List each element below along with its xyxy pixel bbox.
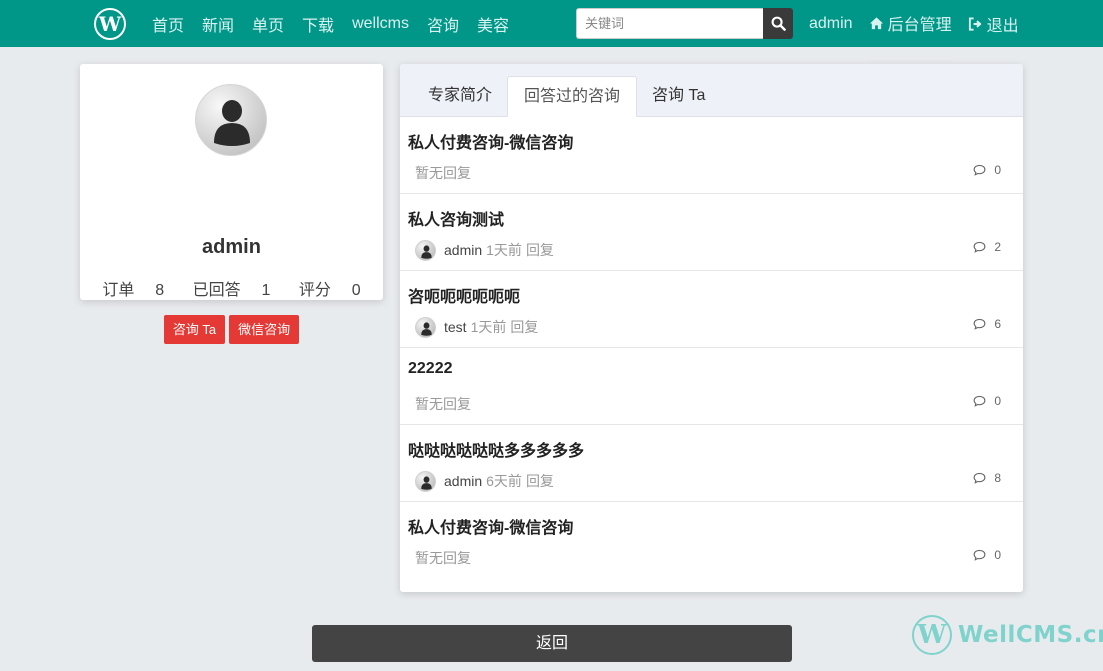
profile-card: admin 订单 8 已回答 1 评分 0 咨询 Ta 微信咨询 (80, 64, 383, 344)
search-button[interactable] (763, 8, 793, 39)
no-reply-text: 暂无回复 (415, 165, 471, 181)
item-title[interactable]: 私人付费咨询-微信咨询 (408, 514, 573, 538)
avatar (195, 84, 267, 156)
user-avatar-icon (421, 475, 432, 490)
watermark-text: WellCMS.cn (958, 622, 1103, 648)
reply-count: 2 (973, 240, 1001, 254)
reply-user[interactable]: admin (444, 242, 482, 258)
nav-link-beauty[interactable]: 美容 (477, 12, 509, 36)
nav-link-home[interactable]: 首页 (152, 12, 184, 36)
reply-user[interactable]: admin (444, 473, 482, 489)
user-avatar-icon (214, 100, 250, 146)
site-logo[interactable]: W (94, 8, 126, 40)
item-meta: 暂无回复 (415, 162, 471, 184)
comment-icon (973, 241, 986, 253)
admin-link[interactable]: 后台管理 (868, 0, 952, 62)
profile-stats: 订单 8 已回答 1 评分 0 (80, 276, 383, 300)
item-meta: 暂无回复 (415, 547, 471, 569)
tab-bar: 专家简介 回答过的咨询 咨询 Ta (400, 64, 1023, 117)
reply-time: 6天前 (486, 473, 522, 489)
reply-label: 回复 (510, 319, 539, 335)
nav-link-wellcms[interactable]: wellcms (352, 15, 409, 33)
profile-name: admin (202, 236, 261, 258)
list-item[interactable]: 私人付费咨询-微信咨询 暂无回复 0 (400, 502, 1023, 579)
reply-count: 6 (973, 317, 1001, 331)
list-item[interactable]: 私人付费咨询-微信咨询 暂无回复 0 (400, 117, 1023, 194)
reply-time: 1天前 (486, 242, 522, 258)
logout-link[interactable]: 退出 (968, 0, 1019, 62)
list-item[interactable]: 私人咨询测试 admin 1天前 回复 2 (400, 194, 1023, 271)
search-bar (576, 8, 793, 39)
comment-icon (973, 164, 986, 176)
comment-icon (973, 472, 986, 484)
item-meta: admin 6天前 回复 (415, 470, 554, 492)
list-item[interactable]: 哒哒哒哒哒哒多多多多多 admin 6天前 回复 8 (400, 425, 1023, 502)
nav-link-page[interactable]: 单页 (252, 12, 284, 36)
stat-orders: 订单 8 (102, 282, 165, 299)
item-meta: admin 1天前 回复 (415, 239, 554, 261)
tab-consult-ta[interactable]: 咨询 Ta (636, 76, 721, 117)
user-avatar-icon (421, 321, 432, 336)
stat-rating: 评分 0 (298, 282, 361, 299)
tab-answered-consults[interactable]: 回答过的咨询 (507, 76, 638, 117)
nav-link-consult[interactable]: 咨询 (427, 12, 459, 36)
reply-count: 0 (973, 394, 1001, 408)
comment-icon (973, 318, 986, 330)
logout-label: 退出 (986, 17, 1019, 35)
logout-icon (968, 16, 981, 31)
profile-actions: 咨询 Ta 微信咨询 (80, 315, 383, 344)
item-meta: test 1天前 回复 (415, 316, 538, 338)
avatar (415, 470, 436, 492)
comment-icon (973, 549, 986, 561)
top-navbar: W 首页 新闻 单页 下载 wellcms 咨询 美容 admin 后台管理 (0, 0, 1103, 62)
no-reply-text: 暂无回复 (415, 550, 471, 566)
user-avatar-icon (421, 244, 432, 259)
reply-count: 0 (973, 163, 1001, 177)
reply-user[interactable]: test (444, 319, 467, 335)
reply-label: 回复 (525, 473, 554, 489)
avatar (415, 239, 436, 261)
admin-link-label: 后台管理 (887, 17, 952, 34)
item-title[interactable]: 咨呃呃呃呃呃呃 (408, 283, 520, 307)
reply-time: 1天前 (470, 319, 507, 335)
item-title[interactable]: 私人咨询测试 (408, 206, 504, 230)
reply-label: 回复 (525, 242, 554, 258)
consult-button[interactable]: 咨询 Ta (163, 315, 226, 344)
consult-panel: 专家简介 回答过的咨询 咨询 Ta 私人付费咨询-微信咨询 暂无回复 0 私人咨… (400, 64, 1023, 592)
item-title[interactable]: 私人付费咨询-微信咨询 (408, 129, 573, 153)
item-title[interactable]: 22222 (408, 360, 453, 378)
watermark: W WellCMS.cn (912, 614, 1103, 656)
avatar (415, 316, 436, 338)
no-reply-text: 暂无回复 (415, 396, 471, 412)
user-menu: admin 后台管理 退出 (809, 0, 1035, 62)
stat-answered: 已回答 1 (192, 282, 271, 299)
item-title[interactable]: 哒哒哒哒哒哒多多多多多 (408, 437, 584, 461)
item-meta: 暂无回复 (415, 393, 471, 415)
home-icon (869, 17, 883, 30)
watermark-logo: W (912, 615, 952, 655)
search-input[interactable] (576, 8, 763, 39)
list-item[interactable]: 咨呃呃呃呃呃呃 test 1天前 回复 6 (400, 271, 1023, 348)
search-icon (771, 16, 786, 31)
list-item[interactable]: 22222 暂无回复 0 (400, 348, 1023, 425)
wechat-consult-button[interactable]: 微信咨询 (229, 315, 300, 344)
nav-link-news[interactable]: 新闻 (202, 12, 234, 36)
back-button[interactable]: 返回 (312, 625, 792, 662)
tab-expert-intro[interactable]: 专家简介 (412, 76, 508, 117)
consult-list: 私人付费咨询-微信咨询 暂无回复 0 私人咨询测试 admin 1天前 回复 2… (400, 117, 1023, 579)
username-link[interactable]: admin (809, 15, 853, 33)
reply-count: 0 (973, 548, 1001, 562)
nav-link-download[interactable]: 下载 (302, 12, 334, 36)
main-nav: 首页 新闻 单页 下载 wellcms 咨询 美容 (152, 0, 527, 47)
comment-icon (973, 395, 986, 407)
reply-count: 8 (973, 471, 1001, 485)
